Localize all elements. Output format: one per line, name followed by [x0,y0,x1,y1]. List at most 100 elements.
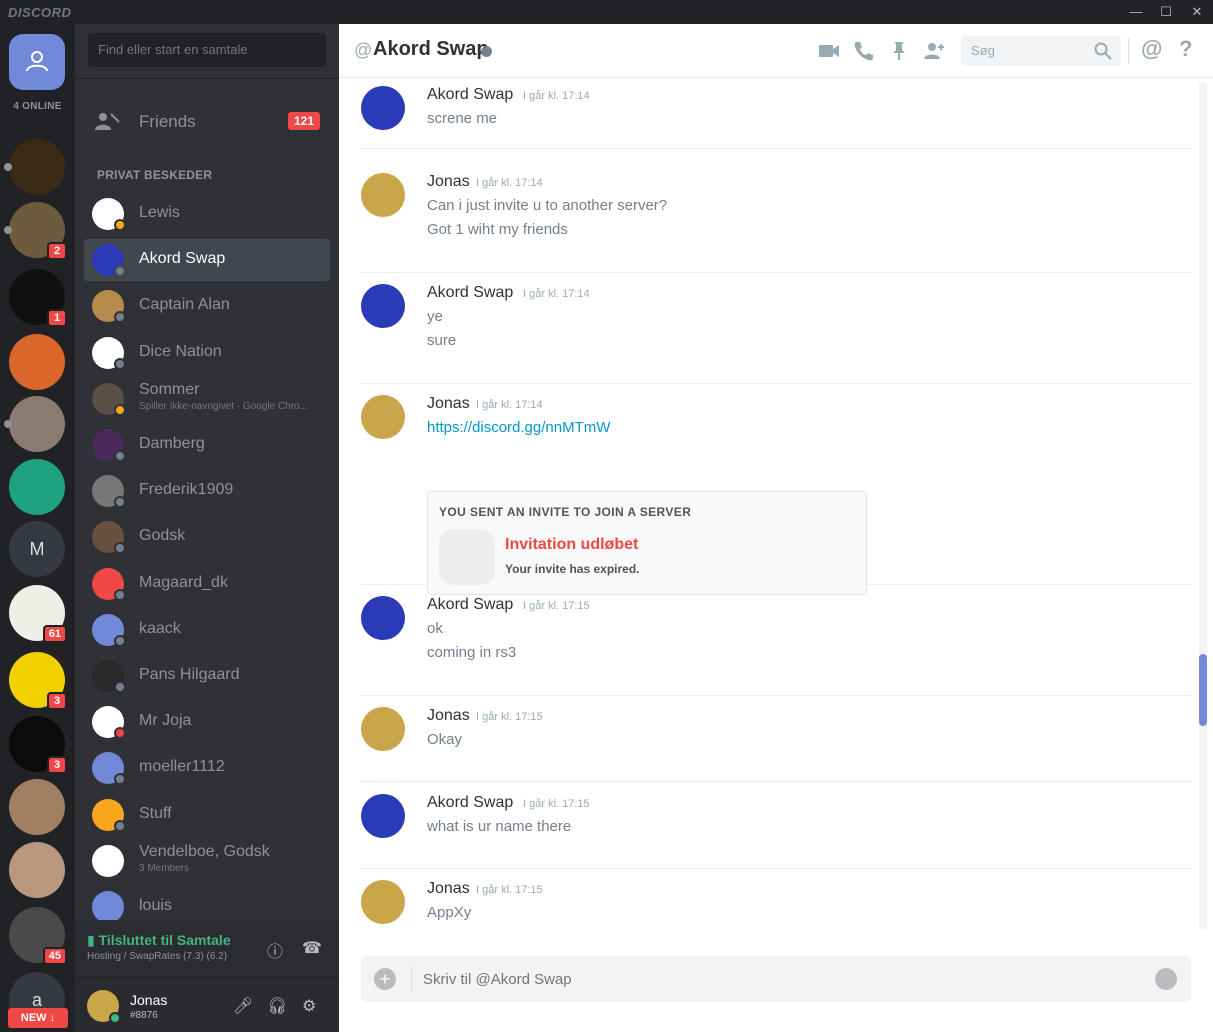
message-author[interactable]: Akord Swap [427,86,513,104]
message-input[interactable] [423,956,1143,1002]
server-icon[interactable] [4,139,65,195]
avatar[interactable] [361,596,405,640]
avatar[interactable] [361,707,405,751]
server-icon[interactable]: 1 [9,269,67,327]
message-timestamp: I går kl. 17:15 [523,600,590,612]
status-indicator [114,681,126,693]
server-avatar [9,459,65,515]
mention-badge: 1 [47,309,67,327]
invite-link[interactable]: https://discord.gg/nnMTmW [427,419,610,436]
dm-item[interactable]: Dice Nation [84,332,330,374]
dm-item[interactable]: kaack [84,609,330,651]
user-tag: #8876 [130,1010,158,1021]
dm-item[interactable]: Magaard_dk [84,563,330,605]
message-timestamp: I går kl. 17:14 [476,177,543,189]
home-button[interactable] [9,34,65,90]
headphones-icon[interactable]: 🎧︎ [267,996,287,1016]
minimize-button[interactable]: — [1119,0,1153,24]
dm-item[interactable]: Pans Hilgaard [84,655,330,697]
server-icon[interactable] [9,459,65,515]
new-mentions-badge[interactable]: NEW ↓ [8,1008,68,1028]
dm-item[interactable]: Captain Alan [84,285,330,327]
message-author[interactable]: Jonas [427,707,470,725]
dm-item[interactable]: Damberg [84,424,330,466]
help-icon[interactable]: ? [1179,36,1203,61]
message-author[interactable]: Jonas [427,880,470,898]
unread-indicator [4,226,12,234]
dm-item[interactable]: Frederik1909 [84,470,330,512]
disconnect-icon[interactable]: ☎ [302,938,322,958]
pin-icon[interactable] [887,39,911,63]
upload-plus-icon[interactable]: + [374,968,396,990]
avatar[interactable] [361,173,405,217]
server-icon[interactable]: M [9,521,65,577]
dm-name: Captain Alan [139,296,230,314]
avatar[interactable] [361,880,405,924]
message-author[interactable]: Akord Swap [427,284,513,302]
message-author[interactable]: Jonas [427,173,470,191]
dm-name: Damberg [139,435,205,452]
message-author[interactable]: Akord Swap [427,596,513,614]
info-icon[interactable]: ⓘ [267,938,283,962]
dm-name: Akord Swap [139,250,226,268]
voice-status-panel: ▮ Tilsluttet til Samtale Hosting / SwapR… [75,920,339,978]
channel-title: Akord Swap [373,38,489,60]
message-group: Akord Swap I går kl. 17:14 ye sure [361,284,1191,384]
dm-item[interactable]: Vendelboe, Godsk 3 Members [84,840,330,882]
server-icon[interactable] [9,334,65,390]
add-user-icon[interactable] [922,39,946,63]
avatar[interactable] [361,284,405,328]
dm-item[interactable]: Akord Swap [84,239,330,282]
mentions-icon[interactable]: @ [1141,36,1165,61]
signal-icon: ▮ [87,932,95,948]
scrollbar-track[interactable] [1199,82,1207,930]
dm-item[interactable]: Mr Joja [84,701,330,743]
divider [75,78,339,79]
server-list: 4 ONLINE 2 1 M 61 3 3 45 a NEW ↓ [0,24,75,1032]
server-icon[interactable] [9,779,65,835]
message-text: Got 1 wiht my friends [427,221,568,238]
message-author[interactable]: Akord Swap [427,794,513,812]
settings-gear-icon[interactable]: ⚙ [302,996,316,1016]
server-icon[interactable]: 3 [9,652,67,710]
status-indicator [114,542,126,555]
friends-button[interactable]: Friends 121 [84,102,330,142]
voice-connected-label: ▮ Tilsluttet til Samtale [87,932,231,949]
server-icon[interactable]: 3 [9,716,67,774]
avatar[interactable] [361,86,405,130]
message-text: coming in rs3 [427,644,517,661]
section-header: PRIVAT BESKEDER [97,168,213,182]
avatar[interactable] [361,395,405,439]
server-icon[interactable] [9,842,65,898]
maximize-button[interactable]: ☐ [1149,0,1183,24]
dm-item[interactable]: Sommer Spiller Ikke-navngivet - Google Ch… [84,378,330,420]
status-indicator [114,265,126,278]
emoji-icon[interactable] [1155,968,1177,990]
conversation-search[interactable]: Find eller start en samtale [88,33,326,67]
dm-name: Lewis [139,204,180,221]
dm-name: louis [139,897,172,914]
message-author[interactable]: Jonas [427,395,470,413]
server-icon[interactable]: 2 [4,202,67,260]
avatar[interactable] [361,794,405,838]
server-icon[interactable] [4,396,65,452]
server-icon[interactable]: 45 [9,907,67,965]
message-text: screne me [427,110,498,127]
server-icon[interactable]: 61 [9,585,67,643]
dm-item[interactable]: Lewis [84,193,330,235]
voice-call-icon[interactable] [852,39,876,63]
dm-item[interactable]: Godsk [84,516,330,558]
dm-item[interactable]: moeller1112 [84,747,330,789]
close-window-button[interactable]: ✕ [1180,0,1213,24]
message-timestamp: I går kl. 17:14 [523,90,590,102]
dm-item[interactable]: Stuff [84,794,330,836]
scrollbar-thumb[interactable] [1199,654,1207,726]
dm-name: Mr Joja [139,712,192,730]
status-dot [481,46,492,57]
video-call-icon[interactable] [817,39,841,63]
status-indicator [114,727,126,740]
dm-name: Dice Nation [139,342,222,360]
dm-subtitle: Spiller Ikke-navngivet - Google Chro... [139,400,308,412]
mention-badge: 3 [47,756,67,774]
microphone-icon[interactable]: 🎤︎ [233,996,253,1016]
